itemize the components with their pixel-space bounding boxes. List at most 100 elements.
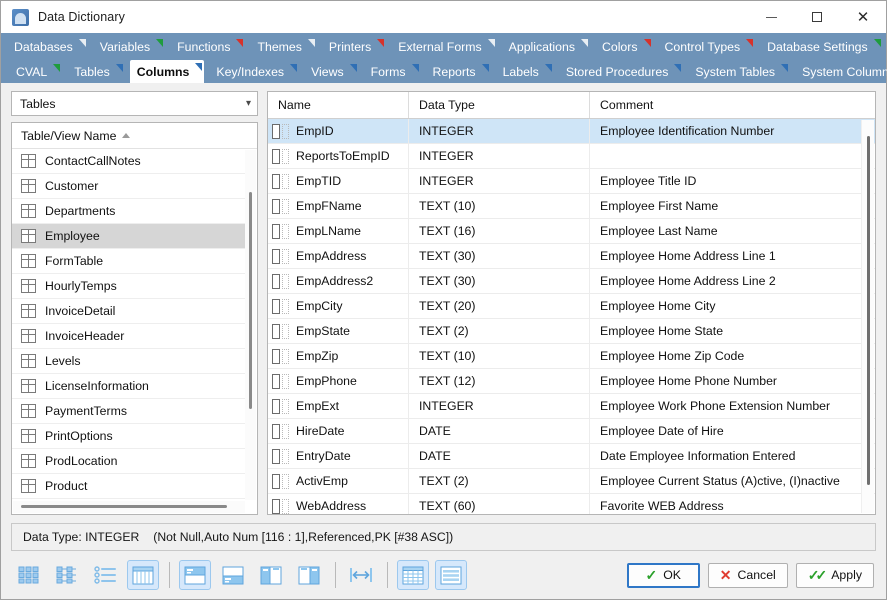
- cell-name[interactable]: HireDate: [268, 419, 409, 443]
- list-item[interactable]: PaymentTerms: [12, 399, 245, 424]
- detail-lines-button[interactable]: [435, 560, 467, 590]
- cell-data-type[interactable]: INTEGER: [409, 119, 590, 143]
- list-item[interactable]: ContactCallNotes: [12, 149, 245, 174]
- list-item[interactable]: HourlyTemps: [12, 274, 245, 299]
- cell-data-type[interactable]: TEXT (30): [409, 269, 590, 293]
- cell-data-type[interactable]: DATE: [409, 444, 590, 468]
- table-row[interactable]: EmpPhone TEXT (12) Employee Home Phone Num…: [268, 369, 875, 394]
- tab-reports[interactable]: Reports: [426, 61, 491, 83]
- tab-applications[interactable]: Applications: [502, 36, 590, 58]
- table-row[interactable]: EmpFName TEXT (10) Employee First Name: [268, 194, 875, 219]
- cell-data-type[interactable]: INTEGER: [409, 394, 590, 418]
- cell-data-type[interactable]: TEXT (2): [409, 469, 590, 493]
- tab-forms[interactable]: Forms: [364, 61, 421, 83]
- minimize-button[interactable]: [748, 1, 794, 33]
- tab-system-tables[interactable]: System Tables: [688, 61, 790, 83]
- grid-column-header-name[interactable]: Name: [268, 92, 409, 118]
- cell-comment[interactable]: Employee Home Phone Number: [590, 369, 875, 393]
- cell-name[interactable]: EmpPhone: [268, 369, 409, 393]
- list-item[interactable]: Employee: [12, 224, 245, 249]
- scrollbar-thumb[interactable]: [867, 135, 870, 486]
- scrollbar-thumb[interactable]: [21, 505, 227, 508]
- cell-comment[interactable]: Employee Title ID: [590, 169, 875, 193]
- list-item[interactable]: FormTable: [12, 249, 245, 274]
- table-row[interactable]: EmpState TEXT (2) Employee Home State: [268, 319, 875, 344]
- cell-data-type[interactable]: TEXT (10): [409, 344, 590, 368]
- tab-key-indexes[interactable]: Key/Indexes: [209, 61, 299, 83]
- list-item[interactable]: PrintOptions: [12, 424, 245, 449]
- layout-left-panel-button[interactable]: [255, 560, 287, 590]
- cell-comment[interactable]: Employee Home State: [590, 319, 875, 343]
- cell-comment[interactable]: Employee Home City: [590, 294, 875, 318]
- grid-column-header-comment[interactable]: Comment: [590, 92, 875, 118]
- list-view-button[interactable]: [89, 560, 121, 590]
- cell-comment[interactable]: Employee Home Address Line 1: [590, 244, 875, 268]
- cell-name[interactable]: EmpState: [268, 319, 409, 343]
- cell-data-type[interactable]: TEXT (20): [409, 294, 590, 318]
- layout-right-panel-button[interactable]: [293, 560, 325, 590]
- cell-data-type[interactable]: TEXT (10): [409, 194, 590, 218]
- close-button[interactable]: ✕: [840, 1, 886, 33]
- cell-comment[interactable]: Employee Home Address Line 2: [590, 269, 875, 293]
- tab-database-settings[interactable]: Database Settings: [760, 36, 883, 58]
- tab-functions[interactable]: Functions: [170, 36, 245, 58]
- cell-name[interactable]: EmpLName: [268, 219, 409, 243]
- ok-button[interactable]: ✓ OK: [626, 562, 700, 588]
- cell-comment[interactable]: Employee Last Name: [590, 219, 875, 243]
- cell-data-type[interactable]: TEXT (12): [409, 369, 590, 393]
- tab-labels[interactable]: Labels: [496, 61, 554, 83]
- table-list-body[interactable]: ContactCallNotes Customer Departments Emplo…: [12, 149, 257, 514]
- large-buttons-view-icon[interactable]: [13, 560, 45, 590]
- grid-body[interactable]: EmpID INTEGER Employee Identification Numb…: [268, 119, 875, 514]
- list-item[interactable]: InvoiceHeader: [12, 324, 245, 349]
- cell-name[interactable]: EmpCity: [268, 294, 409, 318]
- table-row[interactable]: EmpID INTEGER Employee Identification Numb…: [268, 119, 875, 144]
- tab-colors[interactable]: Colors: [595, 36, 653, 58]
- cell-name[interactable]: EmpID: [268, 119, 409, 143]
- table-row[interactable]: EntryDate DATE Date Employee Information E…: [268, 444, 875, 469]
- cell-data-type[interactable]: TEXT (16): [409, 219, 590, 243]
- cell-name[interactable]: ReportsToEmpID: [268, 144, 409, 168]
- cell-data-type[interactable]: TEXT (60): [409, 494, 590, 514]
- cell-name[interactable]: EntryDate: [268, 444, 409, 468]
- list-item[interactable]: Product: [12, 474, 245, 499]
- cell-data-type[interactable]: INTEGER: [409, 144, 590, 168]
- scrollbar-thumb[interactable]: [249, 192, 252, 409]
- list-item[interactable]: Departments: [12, 199, 245, 224]
- grid-vertical-scrollbar[interactable]: [861, 120, 874, 513]
- table-list-horizontal-scrollbar[interactable]: [13, 501, 245, 513]
- tab-themes[interactable]: Themes: [250, 36, 316, 58]
- cell-name[interactable]: EmpAddress: [268, 244, 409, 268]
- cell-name[interactable]: ActivEmp: [268, 469, 409, 493]
- cell-data-type[interactable]: DATE: [409, 419, 590, 443]
- cell-comment[interactable]: Employee Date of Hire: [590, 419, 875, 443]
- table-row[interactable]: EmpTID INTEGER Employee Title ID: [268, 169, 875, 194]
- list-item[interactable]: Customer: [12, 174, 245, 199]
- maximize-button[interactable]: [794, 1, 840, 33]
- cell-data-type[interactable]: TEXT (30): [409, 244, 590, 268]
- tab-columns[interactable]: Columns: [129, 60, 205, 83]
- table-row[interactable]: EmpAddress2 TEXT (30) Employee Home Addres…: [268, 269, 875, 294]
- cell-comment[interactable]: Employee Current Status (A)ctive, (I)nac…: [590, 469, 875, 493]
- tab-system-columns[interactable]: System Columns: [795, 61, 887, 83]
- cell-comment[interactable]: Employee Home Zip Code: [590, 344, 875, 368]
- layout-bottom-panel-button[interactable]: [217, 560, 249, 590]
- apply-button[interactable]: ✓✓ Apply: [795, 562, 874, 588]
- grid-columns-view-button[interactable]: [127, 560, 159, 590]
- fit-width-button[interactable]: [345, 560, 377, 590]
- table-list-header[interactable]: Table/View Name: [12, 123, 257, 149]
- table-row[interactable]: EmpAddress TEXT (30) Employee Home Address…: [268, 244, 875, 269]
- cell-comment[interactable]: Employee Identification Number: [590, 119, 875, 143]
- cell-name[interactable]: EmpZip: [268, 344, 409, 368]
- table-row[interactable]: EmpExt INTEGER Employee Work Phone Extensi…: [268, 394, 875, 419]
- cell-comment[interactable]: Date Employee Information Entered: [590, 444, 875, 468]
- tab-cval[interactable]: CVAL: [9, 61, 62, 83]
- cell-comment[interactable]: [590, 144, 875, 168]
- list-item[interactable]: InvoiceDetail: [12, 299, 245, 324]
- object-type-combobox[interactable]: Tables ▾: [11, 91, 258, 116]
- table-grid-button[interactable]: [397, 560, 429, 590]
- tab-databases[interactable]: Databases: [7, 36, 88, 58]
- tab-control-types[interactable]: Control Types: [658, 36, 756, 58]
- tab-external-forms[interactable]: External Forms: [391, 36, 496, 58]
- cancel-button[interactable]: ✕ Cancel: [707, 562, 788, 588]
